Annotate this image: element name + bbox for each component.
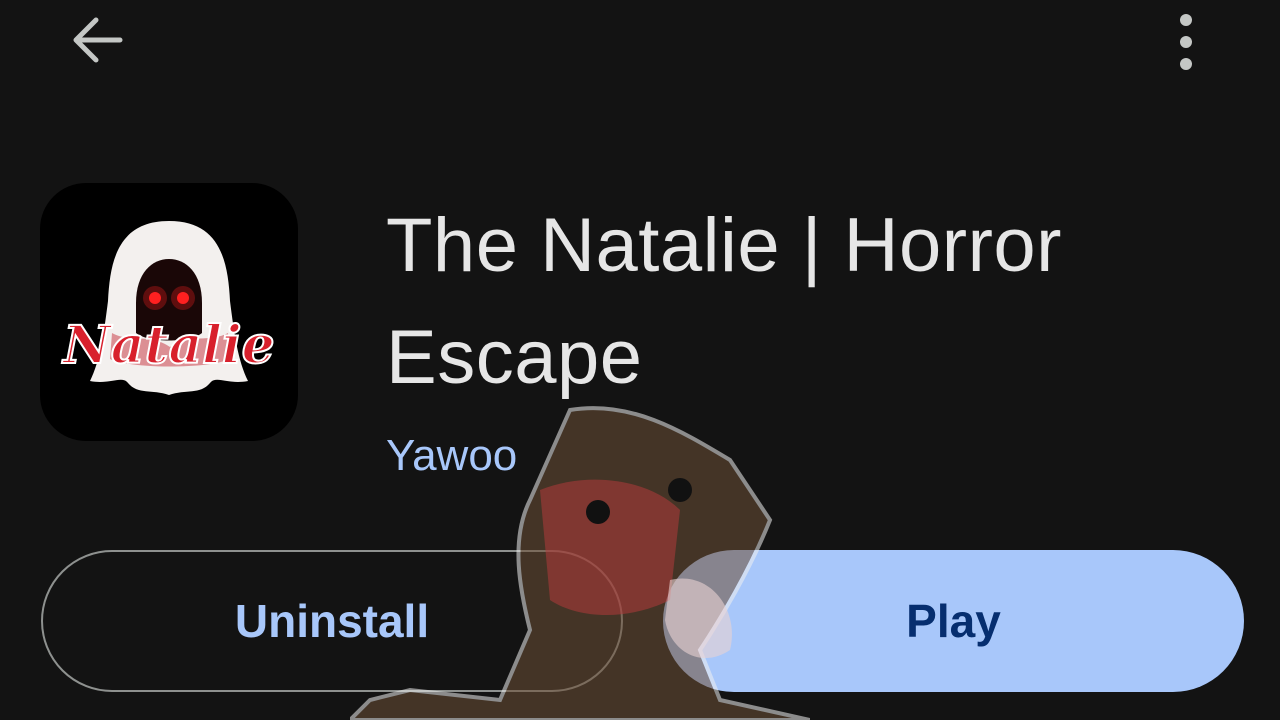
app-details-screen: Natalie The Natalie | Horror Escape Yawo…: [0, 0, 1280, 720]
play-label: Play: [906, 595, 1001, 647]
arrow-left-icon: [73, 17, 123, 63]
back-button[interactable]: [62, 4, 134, 76]
more-vertical-icon: [1180, 14, 1192, 70]
app-icon: Natalie: [40, 183, 298, 441]
more-options-button[interactable]: [1150, 4, 1222, 76]
natalie-logo: Natalie: [60, 221, 276, 395]
character-overlay-image: [350, 406, 810, 720]
icon-wordmark: Natalie: [61, 315, 275, 376]
app-title: The Natalie | Horror Escape: [386, 203, 1062, 400]
